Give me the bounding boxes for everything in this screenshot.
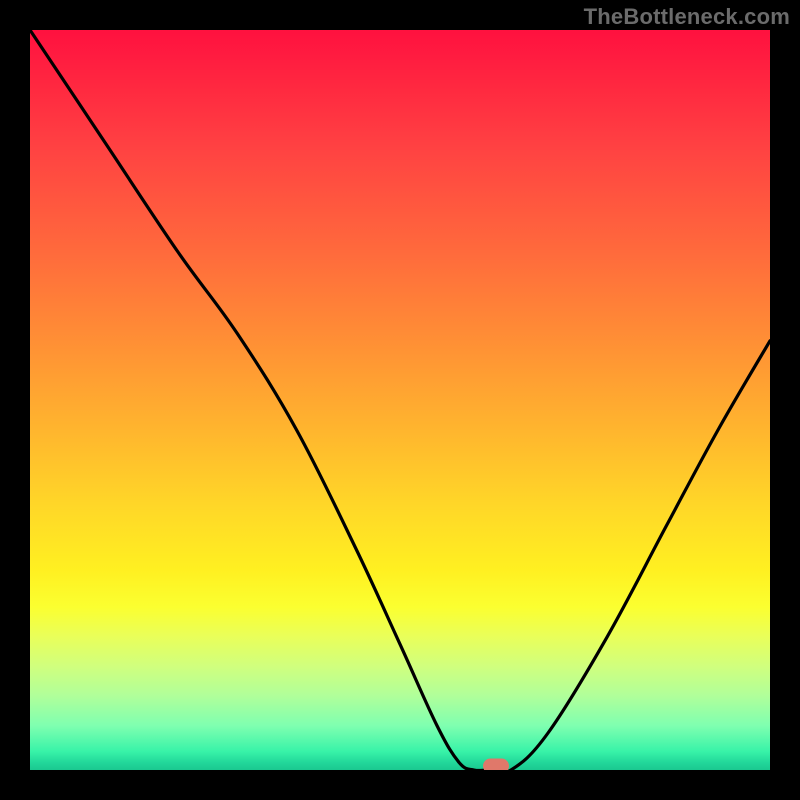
optimal-marker xyxy=(483,759,509,771)
watermark-text: TheBottleneck.com xyxy=(584,4,790,30)
chart-frame: TheBottleneck.com xyxy=(0,0,800,800)
plot-area xyxy=(30,30,770,770)
curve-svg xyxy=(30,30,770,770)
bottleneck-curve xyxy=(30,30,770,770)
